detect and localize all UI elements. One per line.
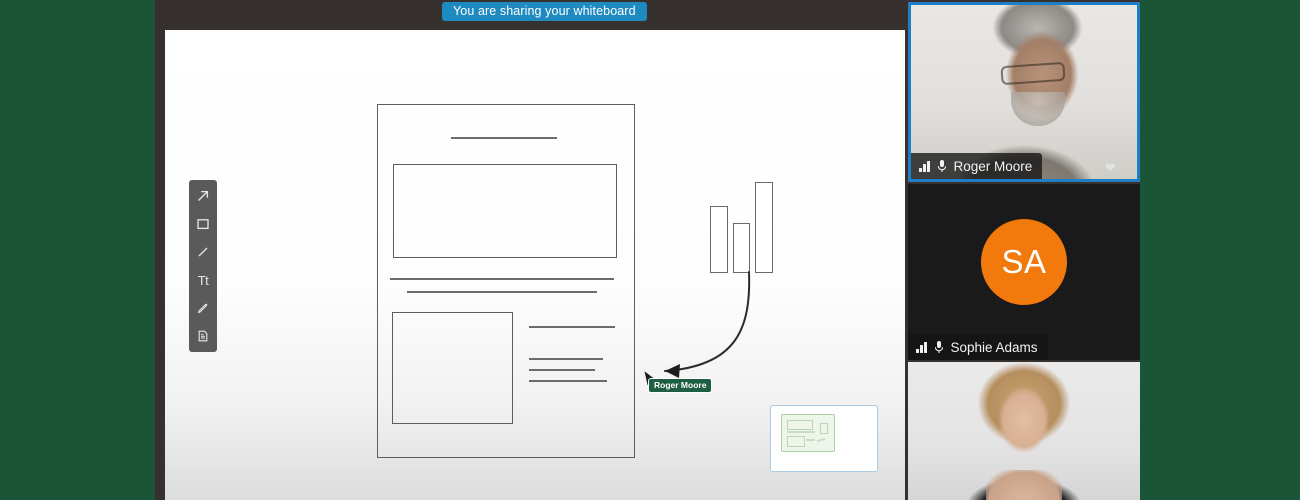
pen-tool[interactable] [191,298,215,318]
glasses-detail [1000,61,1066,86]
chart-bar [710,206,728,273]
sharing-status-banner: You are sharing your whiteboard [442,2,647,21]
whiteboard-toolbar: Tt [189,180,217,352]
text-icon: Tt [197,272,209,288]
minimap-hero [787,420,813,430]
arrow-up-right-icon [198,190,209,201]
participant-name: Sophie Adams [950,339,1038,355]
participant-rail: ❤ Roger Moore SA Sophie Adams [903,0,1140,500]
participant-name-bar: Roger Moore [911,153,1043,179]
chart-bar [755,182,773,273]
wireframe-hero-box [393,164,617,258]
whiteboard-canvas[interactable]: Tt Roger Moore [165,30,905,500]
minimap-line [787,431,815,433]
document-icon [198,330,208,342]
wireframe-text-line [529,369,595,371]
wireframe-text-line [529,358,603,360]
wireframe-text-line [390,278,614,280]
square-icon [197,219,209,230]
minimap-arrow [816,437,826,442]
microphone-icon [934,341,943,353]
scarf-detail [986,470,1062,500]
microphone-icon [937,160,946,172]
heart-logo-icon: ❤ [1105,160,1116,175]
line-icon [198,247,208,257]
pointer-tool[interactable] [191,186,215,206]
wireframe-image-box [392,312,513,424]
meeting-window: You are sharing your whiteboard Tt Roger… [155,0,1140,500]
avatar: SA [981,219,1067,305]
wireframe-text-line [407,291,597,293]
chart-bar [733,223,750,273]
rectangle-tool[interactable] [191,214,215,234]
line-tool[interactable] [191,242,215,262]
participant-tile-sophie-adams[interactable]: SA Sophie Adams [908,184,1140,360]
participant-tile-third[interactable] [908,362,1140,500]
wireframe-sketch[interactable] [377,104,635,458]
wireframe-heading-line [529,326,615,328]
participant-name: Roger Moore [953,158,1033,174]
participant-video-feed [908,362,1140,500]
note-tool[interactable] [191,326,215,346]
pencil-icon [197,303,208,314]
wireframe-title-line [451,137,557,139]
meeting-screen: You are sharing your whiteboard Tt Roger… [0,0,1300,500]
bar-chart-sketch[interactable] [710,168,778,273]
whiteboard-minimap[interactable] [770,405,878,472]
beard-detail [1010,92,1065,126]
participant-tile-roger-moore[interactable]: ❤ Roger Moore [908,2,1140,182]
wireframe-text-line [529,380,607,382]
participant-name-bar: Sophie Adams [908,334,1048,360]
minimap-chart [820,423,828,434]
remote-cursor-label: Roger Moore [648,378,713,393]
text-tool[interactable]: Tt [191,270,215,290]
minimap-preview [781,414,835,452]
minimap-image [787,436,805,447]
signal-bars-icon [919,160,930,172]
signal-bars-icon [916,341,927,353]
minimap-line [806,439,815,441]
